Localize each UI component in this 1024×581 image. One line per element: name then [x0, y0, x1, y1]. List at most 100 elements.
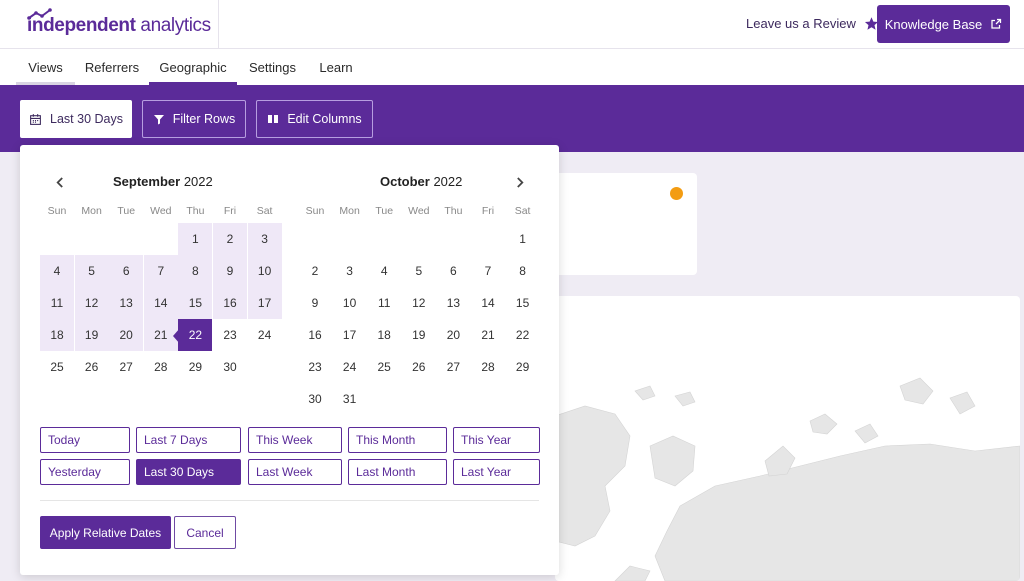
oct-day-29[interactable]: 29	[506, 351, 540, 383]
cancel-button[interactable]: Cancel	[174, 516, 236, 549]
sep-day-26[interactable]: 26	[75, 351, 109, 383]
sep-day-20[interactable]: 20	[109, 319, 144, 351]
sep-day-12[interactable]: 12	[74, 287, 109, 319]
oct-day-9[interactable]: 9	[298, 287, 332, 319]
range-today-button[interactable]: Today	[40, 427, 130, 453]
filter-rows-label: Filter Rows	[172, 112, 236, 126]
edit-columns-button[interactable]: Edit Columns	[256, 100, 373, 138]
calendar-icon	[30, 113, 41, 125]
oct-day-22[interactable]: 22	[506, 319, 540, 351]
oct-weekday-thu: Thu	[444, 205, 463, 217]
sep-day-25[interactable]: 25	[40, 351, 74, 383]
sep-day-18[interactable]: 18	[40, 319, 74, 351]
oct-day-31[interactable]: 31	[333, 383, 367, 415]
sep-day-1[interactable]: 1	[178, 223, 213, 255]
tab-geographic[interactable]: Geographic	[149, 49, 237, 85]
review-link[interactable]: Leave us a Review	[746, 16, 879, 31]
oct-day-23[interactable]: 23	[298, 351, 332, 383]
date-range-label: Last 30 Days	[50, 112, 123, 126]
range-last-30-days-button[interactable]: Last 30 Days	[136, 459, 241, 485]
range-last-7-days-button[interactable]: Last 7 Days	[136, 427, 241, 453]
sep-day-11[interactable]: 11	[40, 287, 74, 319]
logo[interactable]: independent analytics	[27, 8, 217, 40]
sep-day-24[interactable]: 24	[248, 319, 282, 351]
oct-day-12[interactable]: 12	[402, 287, 436, 319]
range-this-month-button[interactable]: This Month	[348, 427, 447, 453]
sep-day-27[interactable]: 27	[109, 351, 143, 383]
tab-settings[interactable]: Settings	[241, 49, 304, 85]
map-card	[555, 296, 1020, 581]
oct-day-21[interactable]: 21	[471, 319, 505, 351]
tab-learn[interactable]: Learn	[310, 49, 362, 85]
tab-views[interactable]: Views	[16, 49, 75, 85]
oct-day-7[interactable]: 7	[471, 255, 505, 287]
oct-day-30[interactable]: 30	[298, 383, 332, 415]
oct-day-3[interactable]: 3	[333, 255, 367, 287]
sep-day-16[interactable]: 16	[213, 287, 247, 319]
oct-day-25[interactable]: 25	[367, 351, 401, 383]
review-label: Leave us a Review	[746, 16, 856, 31]
oct-day-2[interactable]: 2	[298, 255, 332, 287]
range-yesterday-button[interactable]: Yesterday	[40, 459, 130, 485]
oct-day-18[interactable]: 18	[367, 319, 401, 351]
apply-relative-dates-button[interactable]: Apply Relative Dates	[40, 516, 171, 549]
sep-day-9[interactable]: 9	[213, 255, 247, 287]
oct-day-15[interactable]: 15	[506, 287, 540, 319]
sep-day-29[interactable]: 29	[178, 351, 212, 383]
range-last-year-button[interactable]: Last Year	[453, 459, 540, 485]
oct-weekday-sun: Sun	[305, 205, 325, 217]
oct-day-26[interactable]: 26	[402, 351, 436, 383]
sep-day-22[interactable]: 22	[178, 319, 213, 351]
sep-day-23[interactable]: 23	[213, 319, 247, 351]
oct-day-20[interactable]: 20	[436, 319, 470, 351]
knowledge-base-button[interactable]: Knowledge Base	[877, 5, 1010, 43]
oct-day-1[interactable]: 1	[506, 223, 540, 255]
oct-day-19[interactable]: 19	[402, 319, 436, 351]
oct-weekday-tue: Tue	[375, 205, 394, 217]
oct-day-14[interactable]: 14	[471, 287, 505, 319]
range-last-month-button[interactable]: Last Month	[348, 459, 447, 485]
filter-rows-button[interactable]: Filter Rows	[142, 100, 246, 138]
sep-day-28[interactable]: 28	[144, 351, 178, 383]
sep-day-4[interactable]: 4	[40, 255, 74, 287]
sep-day-15[interactable]: 15	[178, 287, 213, 319]
tab-referrers[interactable]: Referrers	[79, 49, 145, 85]
left-month-title: September 2022	[113, 174, 213, 189]
date-picker-popup: September 2022 October 2022 Sun Mon Tue Wed…	[20, 145, 559, 575]
sep-day-8[interactable]: 8	[178, 255, 213, 287]
oct-day-17[interactable]: 17	[333, 319, 367, 351]
sep-day-13[interactable]: 13	[109, 287, 144, 319]
sep-day-3[interactable]: 3	[247, 223, 282, 255]
sep-day-30[interactable]: 30	[213, 351, 247, 383]
filter-icon	[153, 114, 164, 124]
sep-day-10[interactable]: 10	[247, 255, 282, 287]
oct-day-24[interactable]: 24	[333, 351, 367, 383]
sep-day-7[interactable]: 7	[143, 255, 178, 287]
toolbar: Last 30 Days Filter Rows Edit Columns	[0, 85, 1024, 152]
prev-month-button[interactable]	[50, 173, 68, 191]
sep-weekday-fri: Fri	[223, 205, 237, 217]
oct-day-6[interactable]: 6	[436, 255, 470, 287]
sep-day-14[interactable]: 14	[143, 287, 178, 319]
sep-day-17[interactable]: 17	[247, 287, 282, 319]
oct-day-10[interactable]: 10	[333, 287, 367, 319]
oct-day-5[interactable]: 5	[402, 255, 436, 287]
date-range-button[interactable]: Last 30 Days	[20, 100, 132, 138]
range-this-year-button[interactable]: This Year	[453, 427, 540, 453]
oct-day-27[interactable]: 27	[436, 351, 470, 383]
sep-day-2[interactable]: 2	[213, 223, 247, 255]
sep-day-19[interactable]: 19	[74, 319, 109, 351]
sep-day-5[interactable]: 5	[74, 255, 109, 287]
oct-day-16[interactable]: 16	[298, 319, 332, 351]
oct-day-28[interactable]: 28	[471, 351, 505, 383]
oct-day-11[interactable]: 11	[367, 287, 401, 319]
sep-day-6[interactable]: 6	[109, 255, 144, 287]
range-last-week-button[interactable]: Last Week	[248, 459, 342, 485]
oct-day-8[interactable]: 8	[506, 255, 540, 287]
next-month-button[interactable]	[511, 173, 529, 191]
sep-weekday-tue: Tue	[117, 205, 136, 217]
oct-day-4[interactable]: 4	[367, 255, 401, 287]
oct-weekday-sat: Sat	[514, 205, 531, 217]
range-this-week-button[interactable]: This Week	[248, 427, 342, 453]
oct-day-13[interactable]: 13	[436, 287, 470, 319]
